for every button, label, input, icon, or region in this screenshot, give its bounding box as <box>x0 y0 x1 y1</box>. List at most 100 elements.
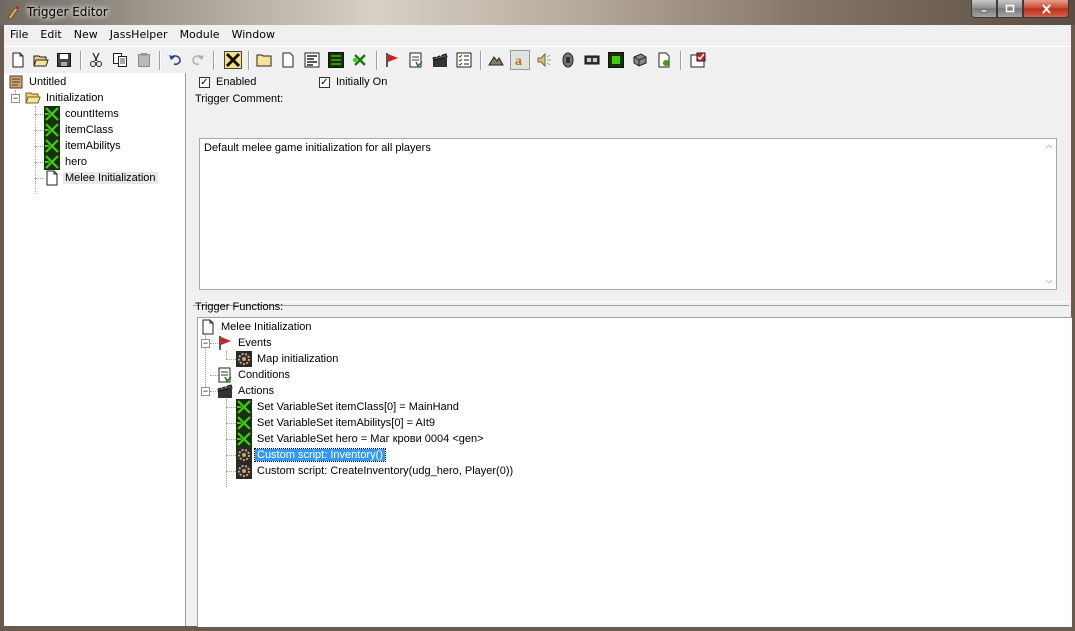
close-button[interactable] <box>1023 0 1069 18</box>
event-flag-icon <box>219 336 231 350</box>
menu-window[interactable]: Window <box>226 25 281 45</box>
tree-item-hero[interactable]: hero <box>44 154 89 170</box>
toolbar: a <box>4 46 1071 75</box>
menu-jasshelper[interactable]: JassHelper <box>104 25 174 45</box>
campaign-icon <box>633 53 647 67</box>
menu-new[interactable]: New <box>68 25 104 45</box>
tree-item-melee-initialization[interactable]: Melee Initialization <box>44 170 158 186</box>
menu-file[interactable]: File <box>4 25 34 45</box>
tree-root[interactable]: Untitled <box>8 74 68 90</box>
open-button[interactable] <box>31 50 51 70</box>
initially-on-label: Initially On <box>336 76 388 88</box>
comment-scrollbar[interactable] <box>1042 139 1056 289</box>
new-trigger-icon <box>282 52 294 68</box>
tree-category-initialization[interactable]: Initialization <box>25 90 105 106</box>
variable-trigger-icon <box>44 122 60 138</box>
action-button[interactable] <box>430 50 450 70</box>
undo-button[interactable] <box>165 50 185 70</box>
sound-icon <box>537 52 551 68</box>
function-actions-node[interactable]: Actions <box>217 383 276 399</box>
condition-button[interactable] <box>406 50 426 70</box>
collapse-initialization-toggle[interactable]: − <box>11 94 20 103</box>
trigger-comment-field[interactable]: Default melee game initialization for al… <box>199 138 1057 290</box>
trigger-functions-label: Trigger Functions: <box>195 301 284 313</box>
function-action-item[interactable]: Set VariableSet itemAbilitys[0] = AIt9 <box>236 415 437 431</box>
checklist-button[interactable] <box>454 50 474 70</box>
collapse-events-toggle[interactable]: − <box>201 339 210 348</box>
condition-icon <box>218 367 232 383</box>
initially-on-checkbox[interactable]: ✓ Initially On <box>319 75 387 89</box>
jass-button[interactable] <box>223 50 243 70</box>
tree-item-countitems[interactable]: countItems <box>44 106 121 122</box>
trigger-comment-text: Default melee game initialization for al… <box>204 142 431 154</box>
new-variable-icon <box>328 52 344 68</box>
sound-editor-button[interactable] <box>534 50 554 70</box>
maximize-button[interactable] <box>997 0 1023 18</box>
tree-item-label: itemAbilitys <box>65 140 121 152</box>
redo-icon <box>192 55 204 66</box>
trigger-comment-label: Trigger Comment: <box>195 93 284 105</box>
checklist-icon <box>456 52 472 68</box>
window-frame: File Edit New JassHelper Module Window a <box>4 25 1072 627</box>
function-trigger-name[interactable]: Melee Initialization <box>200 319 314 335</box>
menu-edit[interactable]: Edit <box>34 25 67 45</box>
action-item-label: Custom script: Inventory() <box>254 448 386 462</box>
copy-button[interactable] <box>110 50 130 70</box>
trigger-a-icon: a <box>515 54 522 68</box>
section-divider[interactable] <box>193 301 1069 306</box>
cut-icon <box>90 52 102 67</box>
trigger-tree[interactable]: Untitled − Initialization countItems ite… <box>4 73 186 626</box>
collapse-actions-toggle[interactable]: − <box>201 387 210 396</box>
new-trigger-button[interactable] <box>278 50 298 70</box>
menu-module[interactable]: Module <box>174 25 226 45</box>
actions-label: Actions <box>238 385 275 397</box>
ai-head-icon <box>562 52 574 68</box>
variable-trigger-icon <box>44 138 60 154</box>
tree-item-itemclass[interactable]: itemClass <box>44 122 115 138</box>
import-icon <box>584 55 600 65</box>
function-event-item[interactable]: Map initialization <box>236 351 340 367</box>
minimize-button[interactable] <box>971 0 997 18</box>
new-event-button[interactable] <box>350 50 370 70</box>
new-button[interactable] <box>8 50 28 70</box>
map-button[interactable] <box>688 50 708 70</box>
trigger-editor-button[interactable]: a <box>510 50 530 70</box>
event-button[interactable] <box>382 50 402 70</box>
tree-item-itemabilitys[interactable]: itemAbilitys <box>44 138 123 154</box>
enabled-checkbox[interactable]: ✓ Enabled <box>199 75 256 89</box>
variable-x-icon <box>353 54 366 66</box>
new-variable-button[interactable] <box>326 50 346 70</box>
window-title: Trigger Editor <box>27 5 108 19</box>
new-comment-icon <box>304 52 320 68</box>
jass-icon <box>224 51 242 69</box>
new-comment-button[interactable] <box>302 50 322 70</box>
redo-button[interactable] <box>188 50 208 70</box>
set-variable-icon <box>236 415 252 431</box>
enabled-check-icon: ✓ <box>199 76 210 88</box>
copy-icon <box>113 53 127 67</box>
test-map-button[interactable] <box>654 50 674 70</box>
campaign-editor-button[interactable] <box>630 50 650 70</box>
function-action-item[interactable]: Set VariableSet hero = Маг крови 0004 <g… <box>236 431 486 447</box>
action-clapper-icon <box>217 384 233 398</box>
svg-text:a: a <box>515 54 522 68</box>
save-button[interactable] <box>54 50 74 70</box>
paste-button[interactable] <box>134 50 154 70</box>
set-variable-icon <box>236 399 252 415</box>
ai-editor-button[interactable] <box>558 50 578 70</box>
new-category-button[interactable] <box>254 50 274 70</box>
trigger-functions-tree[interactable]: Melee Initialization − Events Map initia… <box>197 317 1072 627</box>
cut-button[interactable] <box>86 50 106 70</box>
function-action-item-selected[interactable]: Custom script: Inventory() <box>236 447 386 463</box>
object-editor-button[interactable] <box>606 50 626 70</box>
terrain-editor-button[interactable] <box>486 50 506 70</box>
variable-trigger-icon <box>44 154 60 170</box>
trigger-details: ✓ Enabled ✓ Initially On Trigger Comment… <box>191 73 1072 627</box>
function-conditions-node[interactable]: Conditions <box>217 367 292 383</box>
folder-open-icon <box>25 92 41 104</box>
function-events-node[interactable]: Events <box>217 335 274 351</box>
function-action-item[interactable]: Custom script: CreateInventory(udg_hero,… <box>236 463 515 479</box>
import-manager-button[interactable] <box>582 50 602 70</box>
chevron-down-icon <box>1045 279 1053 284</box>
function-action-item[interactable]: Set VariableSet itemClass[0] = MainHand <box>236 399 461 415</box>
